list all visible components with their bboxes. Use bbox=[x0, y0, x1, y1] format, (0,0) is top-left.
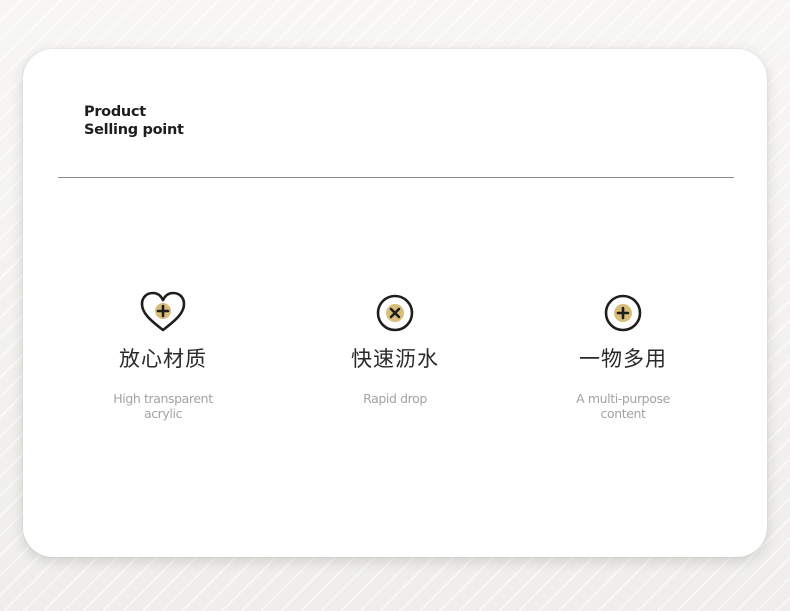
feature-description-line: content bbox=[600, 406, 646, 421]
feature-description: A multi-purpose content bbox=[533, 391, 713, 421]
heading-line-1: Product bbox=[84, 104, 146, 120]
feature-description-line: A multi-purpose bbox=[576, 391, 670, 406]
feature-title: 一物多用 bbox=[579, 347, 667, 371]
feature-description-line: Rapid drop bbox=[363, 391, 427, 406]
divider bbox=[58, 177, 734, 178]
circle-x-icon bbox=[376, 294, 414, 332]
circle-plus-icon bbox=[604, 294, 642, 332]
feature-description: Rapid drop bbox=[305, 391, 485, 406]
feature-title: 快速沥水 bbox=[351, 347, 439, 371]
heading-line-2: Selling point bbox=[84, 122, 184, 138]
heart-plus-icon bbox=[140, 291, 186, 332]
feature-drain: 快速沥水 Rapid drop bbox=[305, 289, 485, 406]
feature-description-line: High transparent bbox=[113, 391, 213, 406]
feature-description-line: acrylic bbox=[143, 406, 183, 421]
selling-point-card: Product Selling point 放心材质 High transpar… bbox=[23, 49, 767, 557]
feature-material: 放心材质 High transparent acrylic bbox=[73, 289, 253, 421]
feature-title: 放心材质 bbox=[119, 347, 207, 371]
section-heading: Product Selling point bbox=[84, 103, 184, 139]
feature-description: High transparent acrylic bbox=[73, 391, 253, 421]
feature-multipurpose: 一物多用 A multi-purpose content bbox=[533, 289, 713, 421]
